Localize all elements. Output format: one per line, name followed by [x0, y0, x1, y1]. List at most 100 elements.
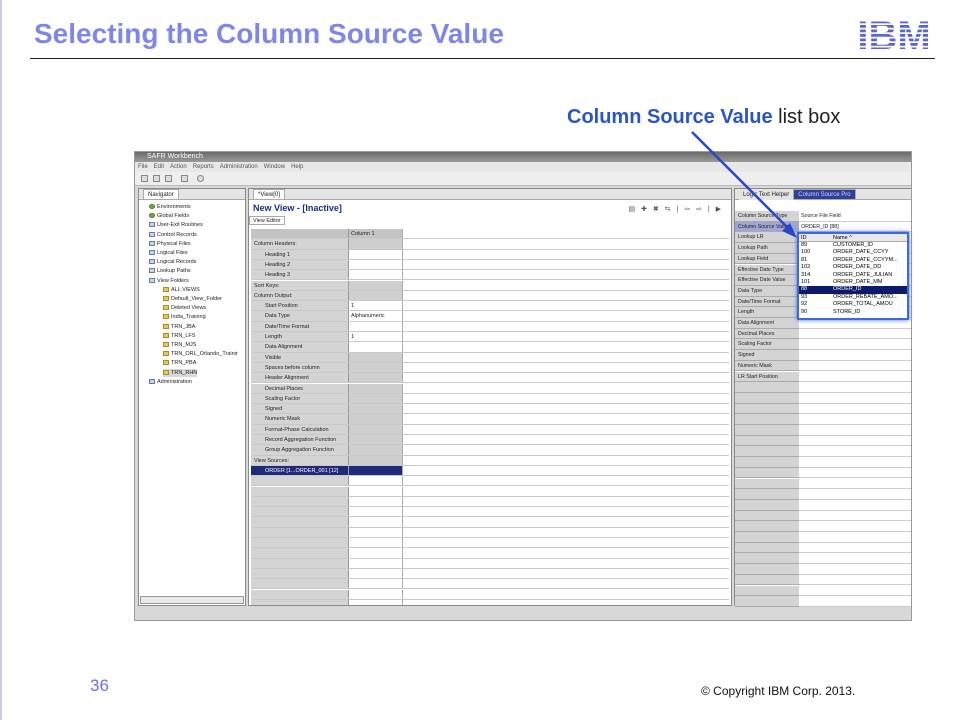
grid-row-empty[interactable] [251, 486, 729, 497]
navigator-hscrollbar[interactable] [140, 596, 244, 604]
tab-navigator[interactable]: Navigator [143, 189, 179, 199]
grid-cell-column-1[interactable] [349, 393, 403, 404]
grid-row-start-position[interactable]: Start Position 1 [251, 301, 729, 312]
grid-row-empty[interactable] [251, 517, 729, 528]
grid-cell-column-1[interactable] [349, 362, 403, 373]
grid-row-spaces-before-column[interactable]: Spaces before column [251, 362, 729, 374]
source-prop-value[interactable]: Source File Field [799, 211, 911, 222]
menu-item-action[interactable]: Action [170, 164, 187, 170]
nav-item-all-views[interactable]: ALL VIEWS [163, 286, 200, 294]
grid-cell-column-1[interactable] [349, 383, 403, 393]
grid-row-heading-3[interactable]: Heading 3 [251, 270, 729, 281]
tab-column-source-properties[interactable]: Column Source Pro [793, 189, 856, 199]
grid-cell-column-1[interactable] [349, 342, 403, 352]
nav-item-administration[interactable]: Administration [149, 378, 192, 386]
nav-item-view-folders[interactable]: View Folders [149, 277, 189, 285]
nav-item-trn-orl-orlando-trainir[interactable]: TRN_ORL_Orlando_Trainir [163, 350, 238, 358]
source-prop-value[interactable] [799, 339, 911, 351]
grid-cell-column-1[interactable] [349, 465, 403, 476]
grid-row-empty[interactable] [251, 558, 729, 569]
nav-item-trn-rhn[interactable]: TRN_RHN [163, 368, 198, 377]
listbox-item[interactable]: 102 ORDER_DATE_DD [799, 264, 907, 271]
grid-row-visible[interactable]: Visible [251, 352, 729, 363]
grid-row-record-aggregation-function[interactable]: Record Aggregation Function [251, 435, 729, 446]
grid-row-empty[interactable] [251, 589, 729, 600]
listbox-item[interactable]: 88 ORDER_ID [799, 286, 907, 294]
menu-item-file[interactable]: File [138, 164, 148, 170]
grid-cell-column-1[interactable]: 1 [349, 301, 403, 311]
grid-cell-column-1[interactable] [349, 321, 403, 331]
listbox-item[interactable]: 81 ORDER_DATE_CCYYM... [799, 257, 907, 264]
grid-row-empty[interactable] [251, 527, 729, 538]
listbox-item[interactable]: 101 ORDER_DATE_MM [799, 279, 907, 286]
source-prop-value[interactable] [799, 360, 911, 372]
nav-item-logical-files[interactable]: Logical Files [149, 249, 188, 257]
grid-cell-column-1[interactable] [349, 404, 403, 414]
grid-cell-column-1[interactable]: 1 [349, 332, 403, 342]
edit-icon[interactable] [181, 175, 188, 182]
grid-cell-column-1[interactable] [349, 507, 403, 517]
listbox-item[interactable]: 89 CUSTOMER_ID [799, 242, 907, 249]
grid-cell-column-1[interactable] [349, 270, 403, 280]
grid-row-empty[interactable] [251, 599, 729, 605]
grid-row-empty[interactable] [251, 507, 729, 518]
grid-cell-column-1[interactable] [349, 373, 403, 383]
listbox-item[interactable]: 93 ORDER_REBATE_AMO... [799, 294, 907, 301]
grid-cell-column-1[interactable] [349, 538, 403, 548]
nav-item-global-fields[interactable]: Global Fields [149, 212, 189, 220]
nav-item-lookup-paths[interactable]: Lookup Paths [149, 267, 191, 275]
nav-item-trn-jba[interactable]: TRN_JBA [163, 323, 195, 331]
grid-cell-column-1[interactable] [349, 455, 403, 465]
grid-cell-column-1[interactable] [349, 424, 403, 434]
grid-row-empty[interactable] [251, 496, 729, 508]
grid-row-scaling-factor[interactable]: Scaling Factor [251, 393, 729, 405]
grid-cell-column-1[interactable] [349, 414, 403, 424]
grid-row-numeric-mask[interactable]: Numeric Mask [251, 414, 729, 425]
source-prop-value[interactable] [799, 350, 911, 361]
grid-row-empty[interactable] [251, 538, 729, 549]
grid-cell-column-1[interactable] [349, 249, 403, 259]
listbox-item[interactable]: 314 ORDER_DATE_JULIAN [799, 272, 907, 279]
nav-item-logical-records[interactable]: Logical Records [149, 258, 196, 266]
grid-row-column-headers[interactable]: Column Headers: [251, 239, 729, 250]
tab-view-editor[interactable]: View Editor [249, 216, 285, 225]
menu-item-window[interactable]: Window [264, 164, 285, 170]
grid-cell-column-1[interactable] [349, 548, 403, 558]
view-editor-toolbar[interactable]: ▤ ✚ ✖ ⇆ | ⇦ ⇨ | ▶ [628, 205, 723, 213]
tab-view[interactable]: *View[0] [253, 189, 285, 199]
grid-row-empty[interactable] [251, 476, 729, 487]
column-1-header[interactable]: Column 1 [349, 229, 403, 239]
grid-row-header-alignment[interactable]: Header Alignment [251, 373, 729, 384]
menu-item-help[interactable]: Help [291, 164, 303, 170]
grid-cell-column-1[interactable] [349, 290, 403, 301]
listbox-item[interactable]: 92 ORDER_TOTAL_AMOU [799, 301, 907, 308]
grid-row-date-time-format[interactable]: Date/Time Format [251, 321, 729, 332]
help-icon[interactable] [197, 175, 204, 182]
source-prop-value[interactable]: ORDER_ID [88] [799, 221, 911, 233]
grid-row-group-aggregation-function[interactable]: Group Aggregation Function [251, 445, 729, 456]
grid-cell-column-1[interactable] [349, 476, 403, 486]
grid-row-sort-keys[interactable]: Sort Keys: [251, 280, 729, 291]
grid-row-signed[interactable]: Signed [251, 404, 729, 415]
grid-cell-column-1[interactable] [349, 486, 403, 496]
nav-item-control-records[interactable]: Control Records [149, 231, 197, 239]
grid-cell-column-1[interactable] [349, 445, 403, 455]
grid-row-empty[interactable] [251, 568, 729, 580]
listbox-item[interactable]: 90 STORE_ID [799, 309, 907, 316]
source-prop-value[interactable] [799, 371, 911, 383]
listbox-col-id[interactable]: ID [799, 234, 833, 242]
source-prop-value[interactable] [799, 328, 911, 340]
nav-item-user-exit-routines[interactable]: User-Exit Routines [149, 221, 203, 229]
nav-item-trn-lfs[interactable]: TRN_LFS [163, 332, 195, 340]
grid-cell-column-1[interactable] [349, 599, 403, 605]
grid-row-order-1-order-001-12[interactable]: ORDER [1...ORDER_001 [12] [251, 465, 729, 477]
grid-row-length[interactable]: Length 1 [251, 332, 729, 343]
nav-item-environments[interactable]: Environments [149, 203, 191, 211]
nav-item-trn-pba[interactable]: TRN_PBA [163, 359, 196, 367]
grid-cell-column-1[interactable] [349, 527, 403, 537]
nav-item-physical-files[interactable]: Physical Files [149, 240, 191, 248]
grid-cell-column-1[interactable] [349, 280, 403, 290]
grid-cell-column-1[interactable] [349, 558, 403, 568]
grid-row-format-phase-calculation[interactable]: Format-Phase Calculation [251, 424, 729, 435]
grid-cell-column-1[interactable] [349, 352, 403, 362]
